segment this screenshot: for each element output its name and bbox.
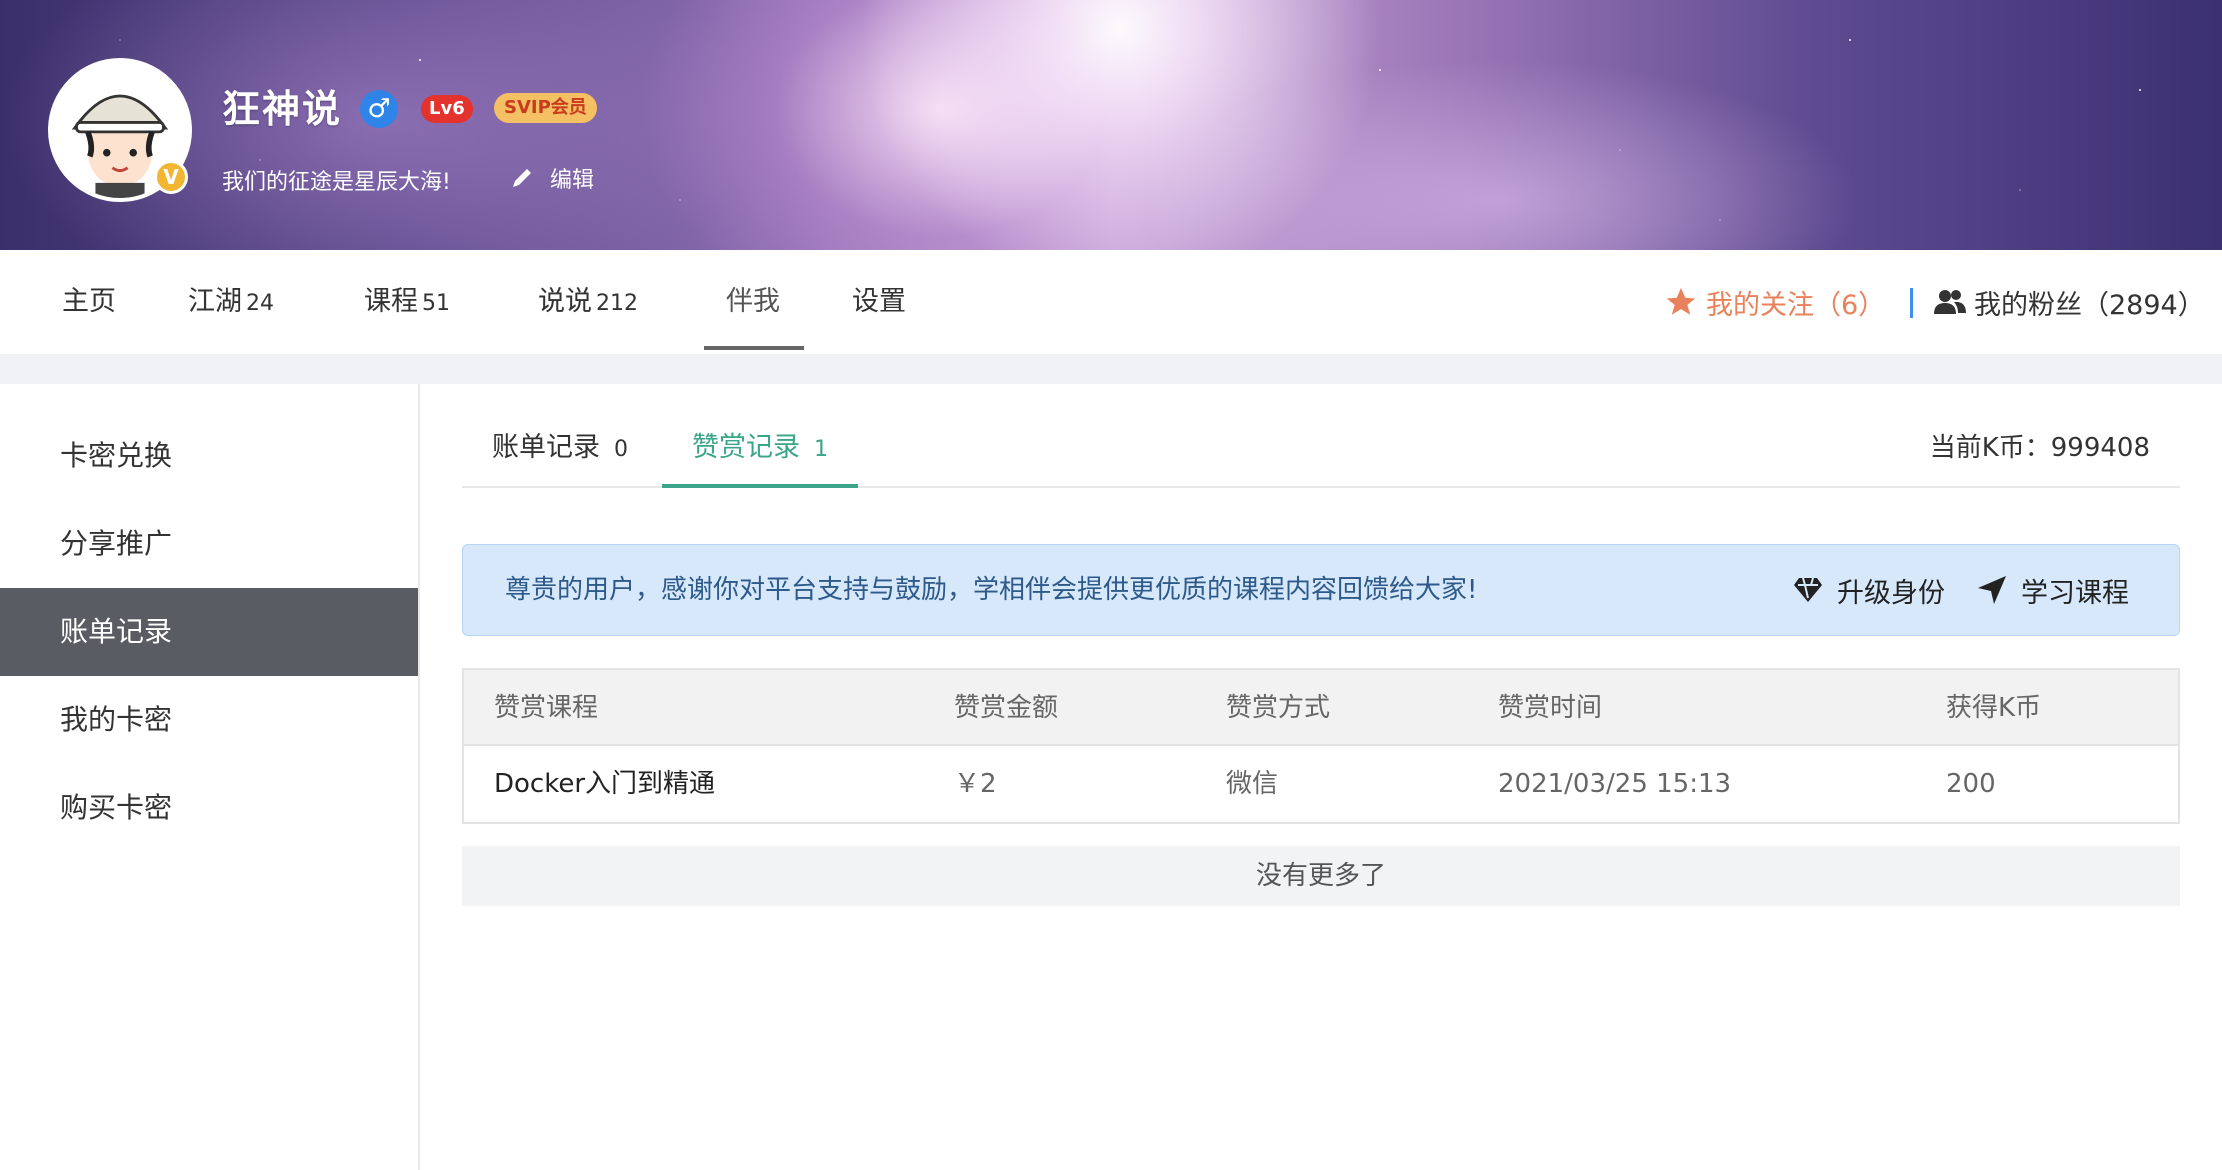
level-badge: Lv6 [421, 95, 473, 123]
method-cell: 微信 [1226, 769, 1279, 799]
kcoin-cell: 200 [1946, 769, 1996, 799]
notice-banner: 尊贵的用户，感谢你对平台支持与鼓励，学相伴会提供更优质的课程内容回馈给大家! 升… [462, 544, 2180, 636]
users-icon [1934, 290, 1966, 314]
nav-divider [1910, 288, 1913, 318]
nav-tab-posts[interactable]: 说说 212 [538, 250, 638, 354]
nav-tab-label: 设置 [852, 286, 906, 317]
course-cell[interactable]: Docker入门到精通 [494, 746, 715, 822]
nav-tab-companion[interactable]: 伴我 [726, 250, 780, 354]
edit-label: 编辑 [550, 168, 595, 193]
pencil-icon [513, 169, 531, 187]
main-content: 账单记录 0 赞赏记录 1 当前K币：999408 尊贵的用户，感谢你对平台支持与鼓… [420, 384, 2222, 1170]
column-header: 赞赏金额 [954, 693, 1059, 723]
follow-label: 我的关注（6） [1706, 289, 1886, 321]
tab-label: 账单记录 [492, 432, 600, 463]
sidebar-item-share-promote[interactable]: 分享推广 [0, 500, 418, 588]
profile-nav: 主页 江湖 24 课程 51 说说 212 伴我 设置 我的关注（6） 我的粉丝（28… [0, 250, 2222, 354]
sidebar-item-card-redeem[interactable]: 卡密兑换 [0, 412, 418, 500]
nav-tab-label: 说说 [538, 286, 592, 317]
column-header: 赞赏方式 [1226, 693, 1331, 723]
study-courses-button[interactable]: 学习课程 [1977, 545, 2129, 635]
tab-billing-records[interactable]: 账单记录 0 [462, 412, 658, 488]
table-header: 赞赏课程 赞赏金额 赞赏方式 赞赏时间 获得K币 [464, 670, 2178, 746]
vip-verified-badge: V [154, 160, 188, 194]
tab-count: 0 [614, 437, 628, 462]
sidebar-item-my-cards[interactable]: 我的卡密 [0, 676, 418, 764]
my-fans-link[interactable]: 我的粉丝（2894） [1934, 250, 2205, 354]
time-cell: 2021/03/25 15:13 [1498, 769, 1732, 799]
nav-tab-label: 伴我 [726, 286, 780, 317]
tab-count: 1 [814, 437, 828, 462]
sidebar-item-billing-records[interactable]: 账单记录 [0, 588, 418, 676]
nav-tab-count: 51 [422, 291, 450, 316]
nav-tab-courses[interactable]: 课程 51 [364, 250, 450, 354]
my-follows-link[interactable]: 我的关注（6） [1664, 250, 1885, 354]
reward-records-table: 赞赏课程 赞赏金额 赞赏方式 赞赏时间 获得K币 Docker入门到精通 ￥2 … [462, 668, 2180, 824]
sidebar: 卡密兑换 分享推广 账单记录 我的卡密 购买卡密 [0, 384, 420, 1170]
column-header: 赞赏时间 [1498, 693, 1603, 723]
upgrade-label: 升级身份 [1837, 577, 1945, 609]
amount-cell: ￥2 [954, 769, 997, 799]
tab-reward-records[interactable]: 赞赏记录 1 [662, 412, 858, 488]
kcoin-balance: 当前K币：999408 [1929, 433, 2150, 463]
nav-tab-count: 24 [246, 291, 274, 316]
table-row: Docker入门到精通 ￥2 微信 2021/03/25 15:13 200 [464, 746, 2178, 822]
column-header: 赞赏课程 [494, 693, 599, 723]
profile-banner: V 狂神说 ♂ Lv6 SVIP会员 我们的征途是星辰大海! 编辑 [0, 0, 2222, 250]
nav-tab-home[interactable]: 主页 [62, 250, 116, 354]
column-header: 获得K币 [1946, 693, 2042, 723]
no-more-indicator: 没有更多了 [462, 846, 2180, 906]
svip-badge: SVIP会员 [494, 93, 597, 123]
nav-tab-label: 课程 [364, 286, 418, 317]
male-gender-icon: ♂ [360, 90, 398, 128]
nav-tab-label: 主页 [62, 286, 116, 317]
edit-profile-button[interactable]: 编辑 [510, 162, 594, 194]
nav-active-indicator [704, 346, 804, 350]
diamond-icon [1794, 577, 1822, 602]
upgrade-identity-button[interactable]: 升级身份 [1793, 545, 1945, 635]
tab-label: 赞赏记录 [692, 432, 800, 463]
navigation-arrow-icon [1978, 576, 2006, 604]
nav-tab-count: 212 [596, 291, 638, 316]
record-tabs: 账单记录 0 赞赏记录 1 当前K币：999408 [462, 412, 2180, 488]
profile-motto: 我们的征途是星辰大海! [222, 170, 451, 195]
nav-tab-label: 江湖 [188, 286, 242, 317]
notice-text: 尊贵的用户，感谢你对平台支持与鼓励，学相伴会提供更优质的课程内容回馈给大家! [505, 575, 1478, 605]
fans-label: 我的粉丝（2894） [1974, 289, 2205, 321]
study-label: 学习课程 [2021, 577, 2129, 609]
sidebar-item-buy-cards[interactable]: 购买卡密 [0, 764, 418, 852]
star-icon [1666, 287, 1696, 315]
nav-tab-jianghu[interactable]: 江湖 24 [188, 250, 274, 354]
nav-tab-settings[interactable]: 设置 [852, 250, 906, 354]
username: 狂神说 [222, 87, 343, 131]
